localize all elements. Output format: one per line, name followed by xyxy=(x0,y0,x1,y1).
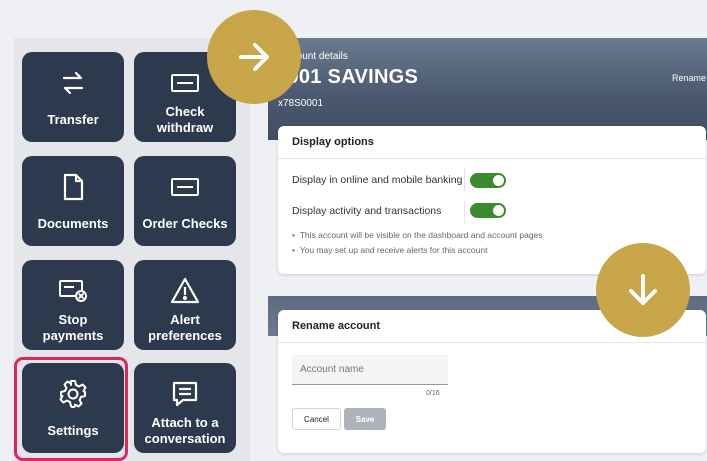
order-checks-button[interactable]: Order Checks xyxy=(134,156,236,246)
account-number: x78S0001 xyxy=(278,98,324,109)
option-label-online-banking: Display in online and mobile banking xyxy=(292,174,463,186)
document-icon xyxy=(60,170,86,204)
account-name-input[interactable] xyxy=(292,355,448,384)
note-alerts: • You may set up and receive alerts for … xyxy=(292,245,488,255)
toggle-knob xyxy=(493,175,504,186)
divider xyxy=(278,158,706,159)
alert-preferences-label: Alert preferences xyxy=(148,312,222,343)
scroll-down-overlay xyxy=(596,243,690,337)
option-label-activity: Display activity and transactions xyxy=(292,205,442,217)
toggle-activity[interactable] xyxy=(470,203,506,218)
divider xyxy=(278,342,706,343)
transfer-arrows-icon xyxy=(58,66,88,100)
display-options-title: Display options xyxy=(292,136,374,148)
chat-icon xyxy=(170,377,200,411)
save-button[interactable]: Save xyxy=(344,408,386,430)
attach-conversation-label: Attach to a conversation xyxy=(144,415,226,446)
arrow-right-icon xyxy=(239,43,269,71)
char-counter: 0/16 xyxy=(426,390,440,397)
transfer-label: Transfer xyxy=(47,112,99,127)
transfer-button[interactable]: Transfer xyxy=(22,52,124,142)
note-alerts-text: You may set up and receive alerts for th… xyxy=(299,245,488,255)
divider xyxy=(464,199,465,223)
cancel-button[interactable]: Cancel xyxy=(292,408,341,430)
documents-label: Documents xyxy=(37,216,109,231)
rename-link[interactable]: Rename xyxy=(672,73,706,83)
toggle-knob xyxy=(493,205,504,216)
alert-preferences-button[interactable]: Alert preferences xyxy=(134,260,236,350)
rename-account-title: Rename account xyxy=(292,320,381,332)
documents-button[interactable]: Documents xyxy=(22,156,124,246)
attach-conversation-button[interactable]: Attach to a conversation xyxy=(134,363,236,453)
check-withdraw-label: Check withdraw xyxy=(156,104,214,135)
toggle-online-banking[interactable] xyxy=(470,173,506,188)
note-visible: • This account will be visible on the da… xyxy=(292,230,543,240)
note-visible-text: This account will be visible on the dash… xyxy=(299,230,543,240)
divider xyxy=(464,168,465,192)
stop-payment-icon xyxy=(57,274,89,308)
order-checks-label: Order Checks xyxy=(142,216,228,231)
stop-payments-button[interactable]: Stop payments xyxy=(22,260,124,350)
alert-triangle-icon xyxy=(169,274,201,308)
next-arrow-overlay xyxy=(207,10,301,104)
check-icon xyxy=(169,170,201,204)
arrow-down-icon xyxy=(629,274,657,305)
settings-highlight-ring xyxy=(14,357,128,461)
account-name-field[interactable] xyxy=(292,355,448,385)
stop-payments-label: Stop payments xyxy=(42,312,104,343)
check-icon xyxy=(169,66,201,100)
